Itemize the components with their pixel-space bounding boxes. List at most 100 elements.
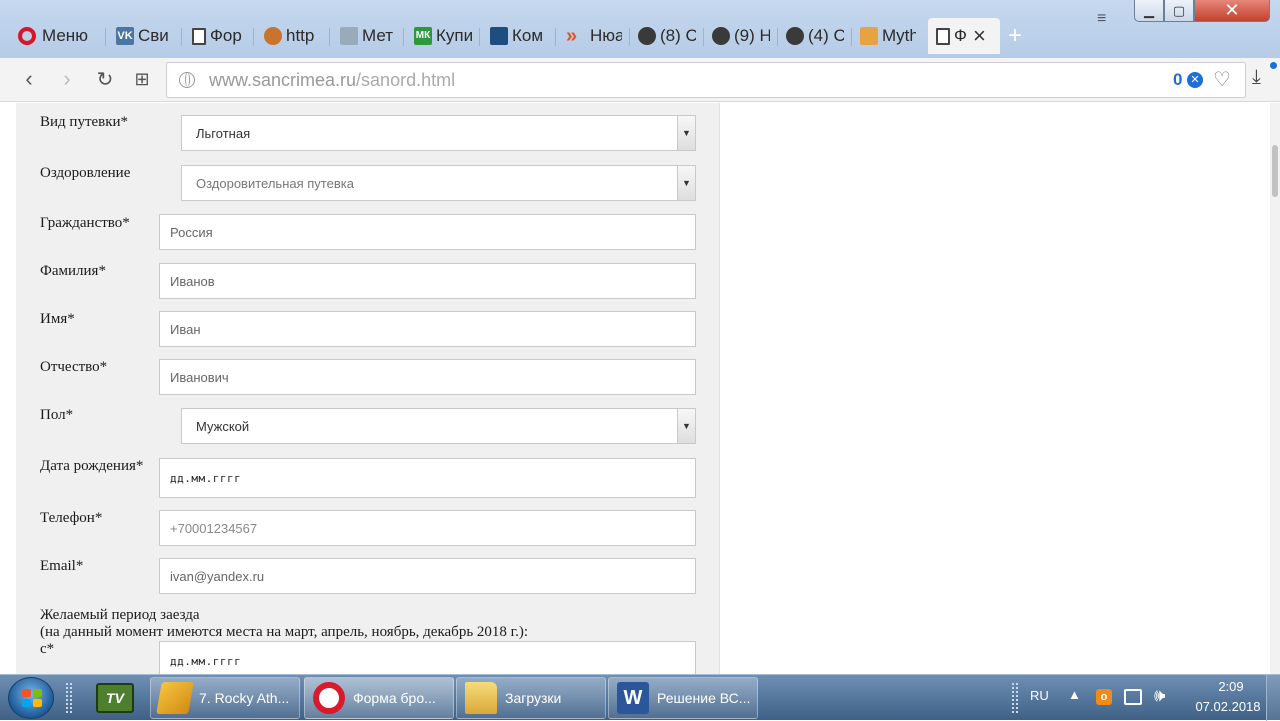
field-label: Гражданство* [40, 215, 130, 231]
surname-input[interactable]: Иванов [159, 263, 696, 299]
address-bar[interactable]: www.sancrimea.ru/sanord.html 0 ✕ ♡ [166, 62, 1246, 98]
close-window-button[interactable]: ✕ [1194, 0, 1270, 22]
tab-9[interactable]: (4) С [778, 18, 852, 54]
email-input[interactable]: ivan@yandex.ru [159, 558, 696, 594]
tab-3[interactable]: Мет [332, 18, 404, 54]
booking-form: Вид путевки* Льготная ▼ Оздоровление Озд… [16, 103, 720, 674]
tab-label: (9) Н [734, 26, 770, 45]
tab-label: Myth [882, 26, 916, 45]
tab-5[interactable]: Ком [482, 18, 556, 54]
avatar-icon [786, 27, 804, 45]
forward-icon[interactable]: › [54, 66, 80, 92]
scrollbar-thumb[interactable] [1272, 145, 1278, 197]
tab-strip: Меню VK Сви Фор http Мет МК Купи Ком » Н… [0, 0, 1280, 58]
blue-square-icon [490, 27, 508, 45]
aimp-icon [156, 682, 194, 714]
tab-label: Ком [512, 26, 544, 45]
vk-icon: VK [116, 27, 134, 45]
health-select[interactable]: Оздоровительная путевка ▼ [181, 165, 696, 201]
globe-icon [179, 72, 195, 88]
citizenship-input[interactable]: Россия [159, 214, 696, 250]
taskbar-button-aimp[interactable]: 7. Rocky Ath... [150, 677, 300, 719]
tab-7[interactable]: (8) С [630, 18, 704, 54]
tab-4[interactable]: МК Купи [406, 18, 480, 54]
taskbar-button-label: Форма бро... [353, 690, 436, 706]
arrival-from-date-input[interactable]: дд.мм.гггг [159, 641, 696, 674]
tab-0[interactable]: VK Сви [108, 18, 182, 54]
clock-time[interactable]: 2:09 [1196, 679, 1266, 694]
phone-input[interactable]: +70001234567 [159, 510, 696, 546]
network-icon[interactable] [1124, 689, 1142, 705]
tab-1[interactable]: Фор [184, 18, 254, 54]
birth-date-input[interactable]: дд.мм.гггг [159, 458, 696, 498]
adblock-count[interactable]: 0 [1173, 70, 1182, 90]
minimize-button[interactable]: ▁ [1134, 0, 1164, 22]
field-label: Вид путевки* [40, 114, 129, 130]
voucher-type-select[interactable]: Льготная ▼ [181, 115, 696, 151]
tab-6[interactable]: » Нюа [558, 18, 630, 54]
tab-11-active[interactable]: Ф × [928, 18, 1000, 54]
language-indicator[interactable]: RU [1030, 688, 1049, 703]
tab-label: http [286, 26, 315, 45]
first-name-input[interactable]: Иван [159, 311, 696, 347]
patronymic-input[interactable]: Иванович [159, 359, 696, 395]
toolbar-grip[interactable] [66, 683, 72, 713]
tab-label: Нюа [590, 26, 622, 45]
new-tab-icon[interactable]: + [1008, 22, 1022, 50]
back-icon[interactable]: ‹ [16, 66, 42, 92]
gender-select[interactable]: Мужской ▼ [181, 408, 696, 444]
folder-icon [465, 682, 497, 714]
start-button[interactable] [8, 677, 54, 719]
taskbar-button-label: Загрузки [505, 690, 562, 706]
bookmark-heart-icon[interactable]: ♡ [1213, 67, 1231, 92]
maximize-button[interactable]: ▢ [1164, 0, 1194, 22]
taskbar-button-word[interactable]: W Решение ВС... [608, 677, 758, 719]
navigation-bar: ‹ › ↻ ⊞ www.sancrimea.ru/sanord.html 0 ✕… [0, 58, 1280, 102]
tab-2[interactable]: http [256, 18, 330, 54]
page-content: Вид путевки* Льготная ▼ Оздоровление Озд… [0, 103, 1280, 674]
tab-10[interactable]: Myth [852, 18, 924, 54]
download-icon[interactable]: ⤓ [1252, 66, 1261, 89]
url-text[interactable]: www.sancrimea.ru/sanord.html [209, 70, 455, 91]
double-chevron-icon: » [566, 25, 578, 47]
tray-expand-icon[interactable]: ▲ [1068, 687, 1081, 702]
show-desktop-button[interactable] [1266, 675, 1280, 721]
taskbar-button-label: 7. Rocky Ath... [199, 690, 290, 706]
field-label: Фамилия* [40, 263, 106, 279]
tab-menu-icon[interactable]: ≡ [1097, 10, 1119, 27]
field-label: Имя* [40, 311, 75, 327]
chevron-down-icon[interactable]: ▼ [677, 409, 695, 443]
download-badge [1270, 62, 1277, 69]
tab-label: Фор [210, 26, 242, 45]
adblock-icon[interactable]: ✕ [1187, 72, 1203, 88]
tab-8[interactable]: (9) Н [704, 18, 778, 54]
page-scrollbar[interactable] [1270, 103, 1280, 674]
chevron-down-icon[interactable]: ▼ [677, 166, 695, 200]
field-label: Телефон* [40, 510, 103, 526]
windows-logo-icon [22, 689, 42, 707]
tab-label: Ф [954, 26, 967, 45]
reload-icon[interactable]: ↻ [92, 66, 118, 92]
tab-label: (8) С [660, 26, 696, 45]
weather-icon [340, 27, 358, 45]
system-tray: RU ▲ о 🕪 2:09 07.02.2018 [1026, 675, 1280, 721]
url-host: www.sancrimea.ru [209, 70, 357, 90]
select-value: Оздоровительная путевка [196, 175, 354, 191]
clock-date[interactable]: 07.02.2018 [1186, 699, 1270, 714]
close-tab-icon[interactable]: × [973, 25, 986, 47]
toolbar-grip[interactable] [1012, 683, 1018, 713]
field-label: Пол* [40, 407, 74, 423]
chevron-down-icon[interactable]: ▼ [677, 116, 695, 150]
taskbar-button-downloads[interactable]: Загрузки [456, 677, 606, 719]
volume-icon[interactable]: 🕪 [1154, 685, 1165, 706]
window-controls: ▁ ▢ ✕ [1134, 0, 1270, 30]
speed-dial-icon[interactable]: ⊞ [129, 66, 155, 92]
taskbar-button-label: Решение ВС... [657, 690, 751, 706]
taskbar-button-opera[interactable]: Форма бро... [304, 677, 454, 719]
tv-app-icon[interactable]: TV [96, 683, 134, 713]
field-label: Отчество* [40, 359, 108, 375]
period-note: (на данный момент имеются места на март,… [40, 624, 529, 640]
odnoklassniki-icon[interactable]: о [1096, 689, 1112, 705]
tab-label: Купи [436, 26, 472, 45]
opera-menu-button[interactable]: Меню [10, 18, 106, 54]
